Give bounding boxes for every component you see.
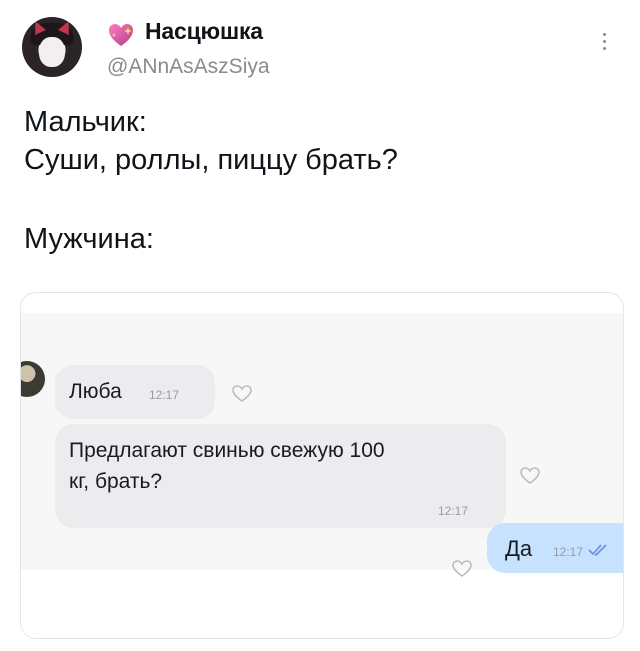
like-heart-icon[interactable]	[231, 383, 253, 403]
like-heart-icon[interactable]	[519, 465, 541, 485]
author-avatar[interactable]	[22, 17, 82, 77]
message-time: 12:17	[438, 504, 469, 518]
read-double-check-icon	[588, 544, 607, 557]
message-text-line: кг, брать?	[69, 470, 163, 493]
message-bubble-incoming: Предлагают свинью свежую 100 кг, брать? …	[55, 424, 506, 528]
author-display-name[interactable]: Насцюшка	[145, 18, 263, 45]
tweet-text-line: Мужчина:	[24, 223, 154, 255]
tweet-text-line: Мальчик:	[24, 106, 147, 138]
author-handle[interactable]: @ANnAsAszSiya	[107, 55, 270, 79]
more-options-icon[interactable]	[603, 33, 607, 54]
avatar-face	[39, 37, 65, 67]
message-bubble-outgoing: Да 12:17	[487, 523, 623, 573]
message-text: Да	[505, 536, 533, 561]
tweet-text-line: Суши, роллы, пиццу брать?	[24, 144, 398, 176]
attached-chat-screenshot[interactable]: Люба 12:17 Предлагают свинью свежую 100 …	[20, 292, 624, 639]
message-text-line: Предлагают свинью свежую 100	[69, 439, 385, 462]
message-text: Люба	[69, 380, 122, 403]
message-time: 12:17	[553, 545, 584, 559]
like-heart-icon[interactable]	[451, 558, 473, 578]
sparkling-heart-icon	[109, 24, 133, 46]
sender-avatar	[21, 361, 45, 397]
message-time: 12:17	[149, 388, 180, 402]
message-bubble-incoming: Люба 12:17	[55, 365, 215, 419]
